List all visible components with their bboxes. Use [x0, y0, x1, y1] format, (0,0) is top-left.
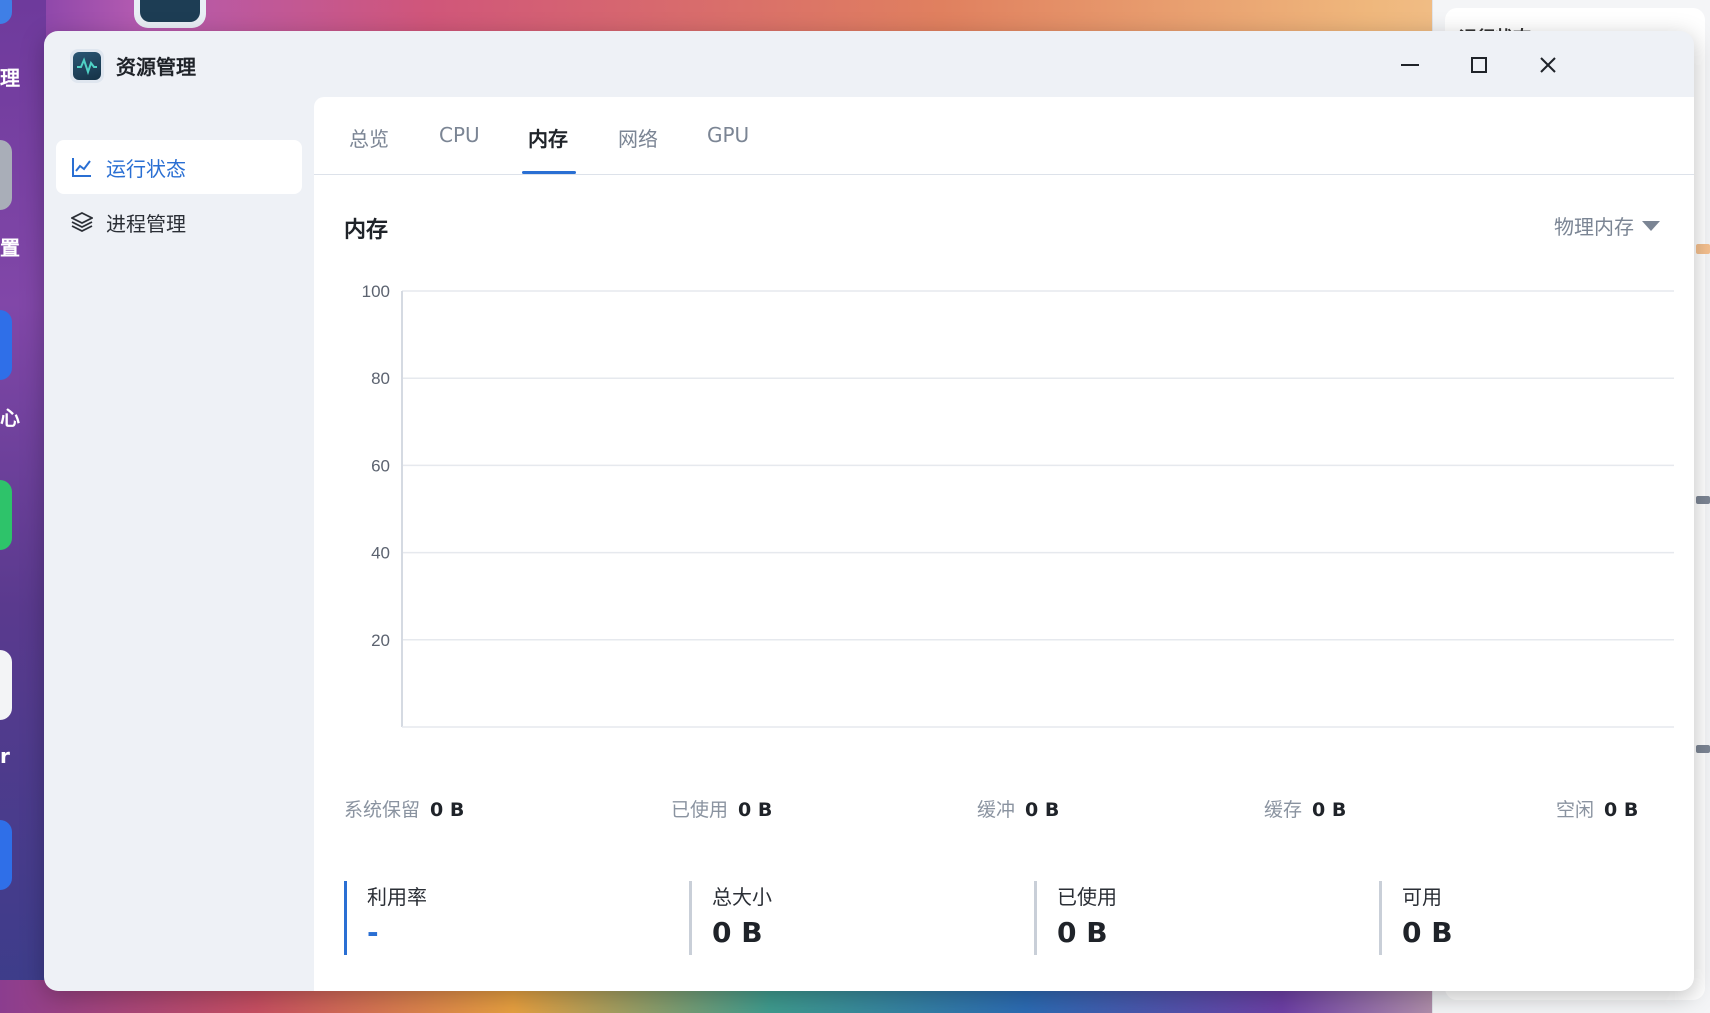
desktop-app-icon[interactable]	[0, 650, 12, 720]
desktop-app-label: 理	[0, 66, 20, 90]
section-title: 内存	[344, 218, 389, 243]
line-chart-icon	[70, 155, 94, 179]
stat-value: 0 B	[430, 799, 465, 821]
stat-label: 已使用	[671, 799, 729, 821]
tab-bar: 总览 CPU 内存 网络 GPU	[314, 97, 1694, 175]
stat-label: 缓冲	[977, 799, 1016, 821]
waveform-icon	[77, 57, 97, 75]
stat-system-reserved: 系统保留 0 B	[344, 795, 464, 822]
tab-gpu[interactable]: GPU	[707, 123, 749, 175]
minimize-icon	[1401, 64, 1419, 66]
card-utilization: 利用率 -	[344, 881, 674, 955]
y-tick-label: 60	[371, 456, 390, 475]
desktop-app-icon[interactable]	[0, 140, 12, 210]
background-accent	[1696, 745, 1710, 753]
stat-label: 空闲	[1556, 799, 1595, 821]
caret-down-icon	[1642, 220, 1660, 231]
stat-value: 0 B	[738, 799, 773, 821]
sidebar-item-label: 进程管理	[106, 211, 186, 236]
background-accent	[1696, 244, 1710, 254]
desktop-left-strip: 理 置 心 r	[0, 0, 46, 1013]
y-tick-label: 80	[371, 369, 390, 388]
dropdown-selected-value: 物理内存	[1554, 215, 1634, 239]
card-value: 0 B	[712, 916, 763, 949]
memory-stats-row: 系统保留 0 B 已使用 0 B 缓冲 0 B 缓存 0 B 空闲 0 B	[344, 795, 1664, 825]
minimize-button[interactable]	[1394, 51, 1426, 79]
stat-label: 系统保留	[344, 799, 421, 821]
summary-cards: 利用率 - 总大小 0 B 已使用 0 B 可用 0 B	[344, 881, 1664, 955]
card-total-size: 总大小 0 B	[689, 881, 1019, 955]
desktop-app-label: r	[0, 744, 10, 768]
stat-buffer: 缓冲 0 B	[977, 795, 1059, 822]
stat-value: 0 B	[1312, 799, 1347, 821]
layers-icon	[70, 210, 94, 234]
card-label: 总大小	[712, 885, 772, 909]
sidebar-item-label: 运行状态	[106, 156, 186, 181]
desktop-app-label: 心	[0, 406, 20, 430]
background-accent	[1696, 496, 1710, 504]
app-icon	[70, 49, 104, 83]
window-title: 资源管理	[116, 55, 196, 79]
y-tick-label: 20	[371, 631, 390, 650]
close-icon	[1540, 57, 1556, 73]
card-label: 已使用	[1057, 885, 1117, 909]
card-available: 可用 0 B	[1379, 881, 1664, 955]
stat-value: 0 B	[1604, 799, 1639, 821]
stat-label: 缓存	[1264, 799, 1303, 821]
memory-chart: 20 40 60 80 100	[362, 282, 1674, 728]
y-tick-label: 100	[362, 282, 390, 301]
card-value: 0 B	[1057, 916, 1108, 949]
maximize-icon	[1471, 57, 1487, 73]
sidebar: 运行状态 进程管理	[44, 97, 314, 991]
sidebar-item-processes[interactable]: 进程管理	[56, 195, 302, 249]
window-titlebar[interactable]: 资源管理	[44, 31, 1694, 97]
card-label: 可用	[1402, 885, 1442, 909]
memory-type-dropdown[interactable]: 物理内存	[1554, 211, 1660, 240]
desktop-app-icon[interactable]	[134, 0, 206, 28]
desktop-app-icon[interactable]	[0, 480, 12, 550]
desktop-app-label: 置	[0, 236, 20, 260]
stat-used: 已使用 0 B	[671, 795, 772, 822]
card-used: 已使用 0 B	[1034, 881, 1364, 955]
y-tick-label: 40	[371, 544, 390, 563]
stat-value: 0 B	[1025, 799, 1060, 821]
sidebar-item-status[interactable]: 运行状态	[56, 140, 302, 194]
main-content: 总览 CPU 内存 网络 GPU 内存 物理内存 20 40 60 80 100 系统保…	[314, 97, 1694, 991]
tab-overview[interactable]: 总览	[349, 123, 389, 175]
desktop-app-icon[interactable]	[0, 0, 12, 24]
tab-cpu[interactable]: CPU	[439, 123, 480, 175]
card-value: -	[367, 916, 379, 949]
tab-memory[interactable]: 内存	[528, 123, 568, 175]
card-value: 0 B	[1402, 916, 1453, 949]
desktop-app-icon[interactable]	[0, 310, 12, 380]
desktop-app-icon[interactable]	[0, 820, 12, 890]
maximize-button[interactable]	[1463, 51, 1495, 79]
resource-manager-window: 资源管理 运行状态 进程管理 总览 CPU 内存 网络 GPU 内存 物理内存 …	[44, 31, 1694, 991]
close-button[interactable]	[1532, 51, 1564, 79]
stat-cache: 缓存 0 B	[1264, 795, 1346, 822]
tab-network[interactable]: 网络	[618, 123, 658, 175]
stat-free: 空闲 0 B	[1556, 795, 1638, 822]
active-tab-indicator	[522, 171, 576, 174]
card-label: 利用率	[367, 885, 427, 909]
